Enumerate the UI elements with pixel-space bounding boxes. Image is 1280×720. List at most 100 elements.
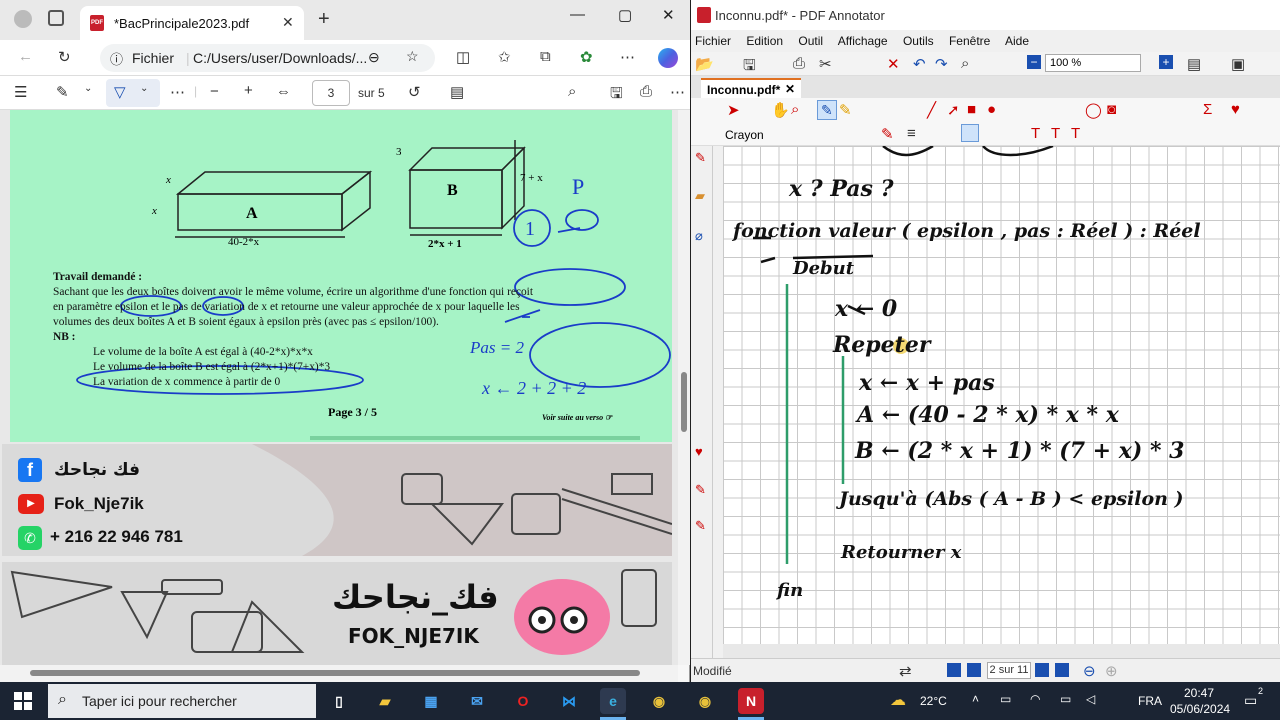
menu-edition[interactable]: Edition	[746, 34, 783, 48]
pen-color-icon[interactable]: ✎	[881, 125, 894, 143]
more-menu-icon[interactable]: ⋯	[620, 48, 635, 66]
menu-outil[interactable]: Outil	[798, 34, 823, 48]
redo-icon[interactable]: ↷	[935, 55, 948, 73]
highlight-icon[interactable]: ✎	[56, 83, 69, 101]
mail-icon[interactable]: ✉	[464, 688, 490, 714]
last-page-button[interactable]	[1055, 663, 1069, 677]
info-icon[interactable]: ⓘ	[110, 49, 123, 68]
new-tab-button[interactable]: +	[318, 8, 330, 31]
annotator-page[interactable]: x ? Pas ? fonction valeur ( epsilon , pa…	[723, 146, 1280, 644]
back-arrow-icon[interactable]: ←	[18, 48, 33, 65]
page-number-input[interactable]: 3	[312, 80, 350, 106]
draw-tool-button[interactable]: ▽ ⌄	[106, 79, 160, 107]
menu-fichier[interactable]: Fichier	[695, 34, 731, 48]
taskbar-search[interactable]: ⌕ Taper ici pour rechercher	[48, 684, 316, 718]
doc-tab-inconnu[interactable]: Inconnu.pdf* ✕	[701, 78, 801, 98]
collections-icon[interactable]: ⧉	[540, 48, 551, 65]
text-tool-icon[interactable]: T	[1031, 125, 1040, 142]
find-icon[interactable]: ⌕	[961, 55, 969, 72]
contents-icon[interactable]: ☰	[14, 83, 27, 101]
forward-icon[interactable]: ⊕	[1105, 662, 1118, 680]
menu-aide[interactable]: Aide	[1005, 34, 1029, 48]
sidebar-marker-icon[interactable]: ✎	[695, 518, 706, 534]
fit-page-icon[interactable]: ⇔	[276, 83, 291, 100]
notification-icon[interactable]: ▭	[1244, 692, 1257, 709]
undo-icon[interactable]: ↶	[913, 55, 926, 73]
line-width-icon[interactable]: ≡	[907, 125, 916, 142]
highlight-dropdown-icon[interactable]: ⌄	[84, 83, 92, 94]
windows-start-icon[interactable]	[14, 692, 32, 710]
sidebar-folder-icon[interactable]: ▰	[695, 188, 705, 204]
network-icon[interactable]: ▭	[1000, 692, 1011, 706]
print-icon[interactable]: ⎙	[640, 83, 652, 100]
rectangle-icon[interactable]: ■	[967, 101, 976, 118]
temperature[interactable]: 22°C	[920, 694, 947, 708]
menu-outils[interactable]: Outils	[903, 34, 934, 48]
sidebar-heart-icon[interactable]: ♥	[695, 444, 703, 459]
sidebar-pen2-icon[interactable]: ✎	[695, 482, 706, 498]
comment-icon[interactable]: ◯	[1085, 101, 1102, 119]
open-icon[interactable]: 📂	[695, 55, 714, 73]
fullscreen-icon[interactable]: ▣	[1231, 55, 1245, 73]
language-indicator[interactable]: FRA	[1138, 694, 1162, 708]
print-icon[interactable]: ⎙	[793, 55, 805, 72]
close-window-button[interactable]: ✕	[662, 6, 675, 24]
split-screen-icon[interactable]: ◫	[456, 48, 470, 66]
text-tool2-icon[interactable]: T	[1051, 125, 1060, 142]
refresh-icon[interactable]: ↻	[58, 48, 71, 66]
clock-date[interactable]: 05/06/2024	[1170, 702, 1230, 716]
menu-fenetre[interactable]: Fenêtre	[949, 34, 990, 48]
first-page-button[interactable]	[947, 663, 961, 677]
pdf-more-icon[interactable]: ⋯	[670, 83, 685, 101]
favorites-heart-icon[interactable]: ♥	[1231, 101, 1240, 118]
edge-icon[interactable]: e	[600, 688, 626, 714]
chrome-icon[interactable]: ◉	[646, 688, 672, 714]
menu-affichage[interactable]: Affichage	[838, 34, 888, 48]
sum-icon[interactable]: Σ	[1203, 101, 1212, 118]
pdf-annotator-taskbar-icon[interactable]: N	[738, 688, 764, 714]
scroll-thumb[interactable]	[681, 372, 687, 432]
page-view-icon[interactable]: ▤	[1187, 55, 1201, 73]
next-page-button[interactable]	[1035, 663, 1049, 677]
rotate-icon[interactable]: ↺	[408, 83, 421, 101]
sidebar-clip-icon[interactable]: ⌀	[695, 228, 703, 244]
extensions-icon[interactable]: ✿	[580, 48, 593, 66]
store-icon[interactable]: ▦	[418, 688, 444, 714]
delete-icon[interactable]: ✕	[887, 55, 900, 73]
prev-page-button[interactable]	[967, 663, 981, 677]
maximize-button[interactable]: ▢	[618, 6, 632, 24]
highlighter-icon[interactable]: ✎	[839, 101, 852, 119]
weather-icon[interactable]: ☁	[890, 690, 906, 710]
page-info-field[interactable]: 2 sur 11	[987, 662, 1031, 679]
pen-tool-button[interactable]: ✎	[817, 100, 837, 120]
ellipse-icon[interactable]: ●	[987, 101, 996, 118]
url-field[interactable]: ⓘ Fichier | C:/Users/user/Downloads/... …	[100, 44, 435, 72]
zoom-tool-icon[interactable]: ⌕	[791, 101, 799, 118]
favorite-star-icon[interactable]: ☆	[406, 48, 419, 65]
more-tools-icon[interactable]: ⋯	[170, 83, 185, 101]
volume-icon[interactable]: ◁	[1086, 692, 1095, 706]
zoom-in-icon[interactable]: +	[244, 82, 253, 99]
close-tab-icon[interactable]: ✕	[282, 14, 294, 31]
smooth-ink-toggle[interactable]	[961, 124, 979, 142]
profile-avatar[interactable]	[14, 10, 32, 28]
opera-icon[interactable]: O	[510, 688, 536, 714]
chrome-profile-icon[interactable]: ◉	[692, 688, 718, 714]
sidebar-pen-icon[interactable]: ✎	[695, 150, 706, 166]
zoom-icon[interactable]: ⊖	[368, 49, 380, 66]
hscroll-thumb[interactable]	[30, 670, 640, 676]
annotator-hscroll[interactable]	[723, 644, 1280, 658]
vscode-icon[interactable]: ⋈	[556, 688, 582, 714]
back-icon[interactable]: ⊖	[1083, 662, 1096, 680]
doc-tab-close-icon[interactable]: ✕	[785, 82, 795, 96]
zoom-in-button[interactable]: +	[1159, 55, 1173, 69]
recent-pages-icon[interactable]: ⇄	[899, 662, 912, 680]
tray-expand-icon[interactable]: ˄	[972, 692, 979, 706]
save-icon[interactable]: 🖫	[610, 83, 623, 108]
select-arrow-icon[interactable]: ➤	[727, 101, 740, 119]
edge-vertical-scrollbar[interactable]	[678, 110, 690, 665]
copilot-icon[interactable]	[658, 48, 678, 68]
wifi-icon[interactable]: ◠	[1030, 692, 1040, 706]
minimize-button[interactable]: —	[570, 6, 585, 23]
hand-tool-icon[interactable]: ✋	[771, 101, 790, 119]
